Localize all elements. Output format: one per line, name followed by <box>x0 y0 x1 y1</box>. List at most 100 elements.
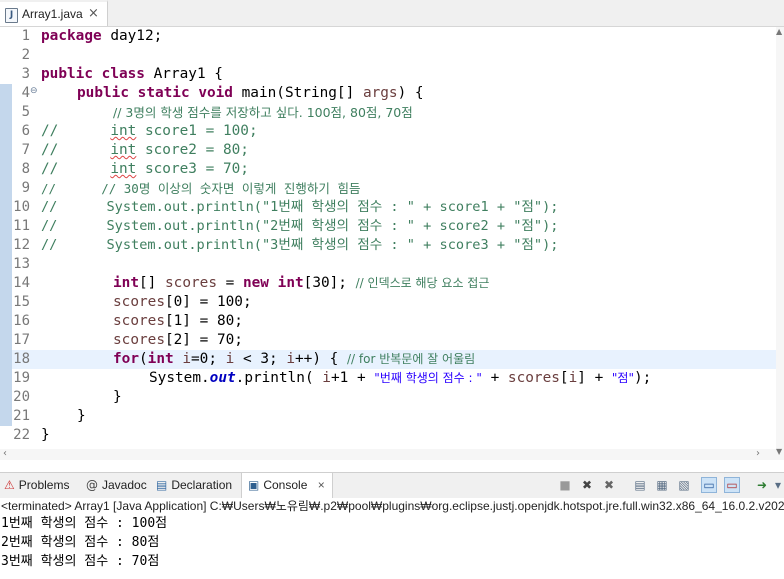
line-number: 8 <box>21 161 30 177</box>
code-line[interactable]: 2 <box>0 46 776 65</box>
code-text: package day12; <box>41 28 163 44</box>
code-text: scores[0] = 100; <box>113 294 252 310</box>
code-line[interactable]: 5 // 3명의 학생 점수를 저장하고 싶다. 100점, 80점, 70점 <box>0 103 776 122</box>
tab-declaration[interactable]: ▤ Declaration <box>156 473 232 498</box>
line-number: 2 <box>21 47 30 63</box>
scroll-lock-icon[interactable]: ▦ <box>654 477 670 493</box>
line-number: 9 <box>21 180 30 196</box>
console-line: 3번째 학생의 점수 : 70점 <box>1 554 160 569</box>
code-line[interactable]: 11 // System.out.println("2번째 학생의 점수 : "… <box>0 217 776 236</box>
tab-console[interactable]: ▣ Console × <box>241 473 333 498</box>
line-number: 1 <box>21 28 30 44</box>
current-code-line[interactable]: 18 for(int i=0; i < 3; i++) { // for 반복문… <box>0 350 776 369</box>
console-line: 1번째 학생의 점수 : 100점 <box>1 516 168 531</box>
code-text: public static void main(String[] args) { <box>77 85 424 101</box>
code-text: // System.out.println("2번째 학생의 점수 : " + … <box>41 218 559 234</box>
code-line[interactable]: 1 package day12; <box>0 27 776 46</box>
code-line[interactable]: 15 scores[0] = 100; <box>0 293 776 312</box>
code-text: for(int i=0; i < 3; i++) { // for 반복문에 잘… <box>113 351 476 367</box>
code-text: public class Array1 { <box>41 66 223 82</box>
code-text: // // 30명 이상의 숫자면 이렇게 진행하기 힘듬 <box>41 181 361 196</box>
code-line[interactable]: 20 } <box>0 388 776 407</box>
terminate-icon[interactable]: ■ <box>557 477 573 493</box>
line-number: 15 <box>13 294 30 310</box>
code-line[interactable]: 9 // // 30명 이상의 숫자면 이렇게 진행하기 힘듬 <box>0 179 776 198</box>
remove-launch-icon[interactable]: ✖ <box>579 477 595 493</box>
code-line[interactable]: 3 public class Array1 { <box>0 65 776 84</box>
line-number: 22 <box>13 427 30 443</box>
close-icon[interactable]: × <box>318 478 325 492</box>
code-text: int[] scores = new int[30]; // 인덱스로 해당 요… <box>113 275 490 291</box>
code-line[interactable]: 8 // int score3 = 70; <box>0 160 776 179</box>
console-header: <terminated> Array1 [Java Application] C… <box>1 499 784 513</box>
remove-all-launches-icon[interactable]: ✖ <box>601 477 617 493</box>
code-text: scores[1] = 80; <box>113 313 243 329</box>
editor-horizontal-scrollbar[interactable]: ‹ › <box>0 448 776 460</box>
code-line[interactable]: 22 } <box>0 426 776 445</box>
code-line[interactable]: 7 // int score2 = 80; <box>0 141 776 160</box>
tab-problems[interactable]: ⚠ Problems <box>4 473 69 498</box>
code-line[interactable]: 19 System.out.println( i+1 + "번째 학생의 점수 … <box>0 369 776 388</box>
show-console-on-error-icon[interactable]: ▭ <box>724 477 740 493</box>
line-number: 7 <box>21 142 30 158</box>
view-tab-bar: ⚠ Problems @ Javadoc ▤ Declaration ▣ Console… <box>0 472 784 499</box>
scroll-up-icon[interactable]: ▲ <box>776 27 782 36</box>
scroll-down-icon[interactable]: ▼ <box>776 447 782 456</box>
code-text: // int score2 = 80; <box>41 142 249 158</box>
scroll-left-icon[interactable]: ‹ <box>3 448 7 459</box>
line-number: 18 <box>13 351 30 367</box>
code-text: } <box>41 427 50 443</box>
line-number: 3 <box>21 66 30 82</box>
close-icon[interactable]: × <box>88 6 99 21</box>
open-console-icon[interactable]: ▾ <box>772 477 784 493</box>
code-text: // int score3 = 70; <box>41 161 249 177</box>
code-text: // int score1 = 100; <box>41 123 258 139</box>
java-file-icon: J <box>5 8 18 23</box>
show-console-on-output-icon[interactable]: ▭ <box>701 477 717 493</box>
editor-vertical-scrollbar[interactable]: ▲ ▼ <box>776 27 784 460</box>
code-line[interactable]: 14 int[] scores = new int[30]; // 인덱스로 해… <box>0 274 776 293</box>
console-line: 2번째 학생의 점수 : 80점 <box>1 535 160 550</box>
editor-tab-label: Array1.java <box>22 7 83 21</box>
line-number: 19 <box>13 370 30 386</box>
pin-console-icon[interactable]: ➜ <box>754 477 770 493</box>
code-line[interactable]: 16 scores[1] = 80; <box>0 312 776 331</box>
word-wrap-icon[interactable]: ▧ <box>676 477 692 493</box>
tab-javadoc[interactable]: @ Javadoc <box>86 473 147 498</box>
code-line[interactable]: 10 // System.out.println("1번째 학생의 점수 : "… <box>0 198 776 217</box>
line-number: 10 <box>13 199 30 215</box>
line-number: 11 <box>13 218 30 234</box>
editor-tab-array1[interactable]: J Array1.java × <box>0 0 108 26</box>
line-number: 12 <box>13 237 30 253</box>
editor-tab-bar: J Array1.java × <box>0 0 784 27</box>
code-text: scores[2] = 70; <box>113 332 243 348</box>
line-number: 14 <box>13 275 30 291</box>
code-line[interactable]: 6 // int score1 = 100; <box>0 122 776 141</box>
line-number: 6 <box>21 123 30 139</box>
line-number: 20 <box>13 389 30 405</box>
code-line[interactable]: 4 ⊖ public static void main(String[] arg… <box>0 84 776 103</box>
scroll-right-icon[interactable]: › <box>756 448 760 459</box>
code-text: } <box>77 408 86 424</box>
code-text: } <box>113 389 122 405</box>
line-number: 4 <box>21 85 30 101</box>
code-line[interactable]: 12 // System.out.println("3번째 학생의 점수 : "… <box>0 236 776 255</box>
code-line[interactable]: 13 <box>0 255 776 274</box>
line-number: 13 <box>13 256 30 272</box>
code-text: // System.out.println("1번째 학생의 점수 : " + … <box>41 199 559 215</box>
code-text: System.out.println( i+1 + "번째 학생의 점수 : "… <box>149 370 652 386</box>
clear-console-icon[interactable]: ▤ <box>632 477 648 493</box>
code-text: // 3명의 학생 점수를 저장하고 싶다. 100점, 80점, 70점 <box>113 105 413 120</box>
code-text: // System.out.println("3번째 학생의 점수 : " + … <box>41 237 559 253</box>
line-number: 5 <box>21 104 30 120</box>
line-number: 21 <box>13 408 30 424</box>
code-line[interactable]: 17 scores[2] = 70; <box>0 331 776 350</box>
fold-collapse-icon[interactable]: ⊖ <box>30 86 38 96</box>
code-line[interactable]: 21 } <box>0 407 776 426</box>
declaration-icon: ▤ <box>156 478 168 492</box>
line-number: 17 <box>13 332 30 348</box>
code-editor[interactable]: 1 package day12; 2 3 public class Array1… <box>0 27 776 460</box>
javadoc-icon: @ <box>86 478 98 492</box>
problems-icon: ⚠ <box>4 478 15 492</box>
console-output[interactable]: <terminated> Array1 [Java Application] C… <box>0 498 784 579</box>
